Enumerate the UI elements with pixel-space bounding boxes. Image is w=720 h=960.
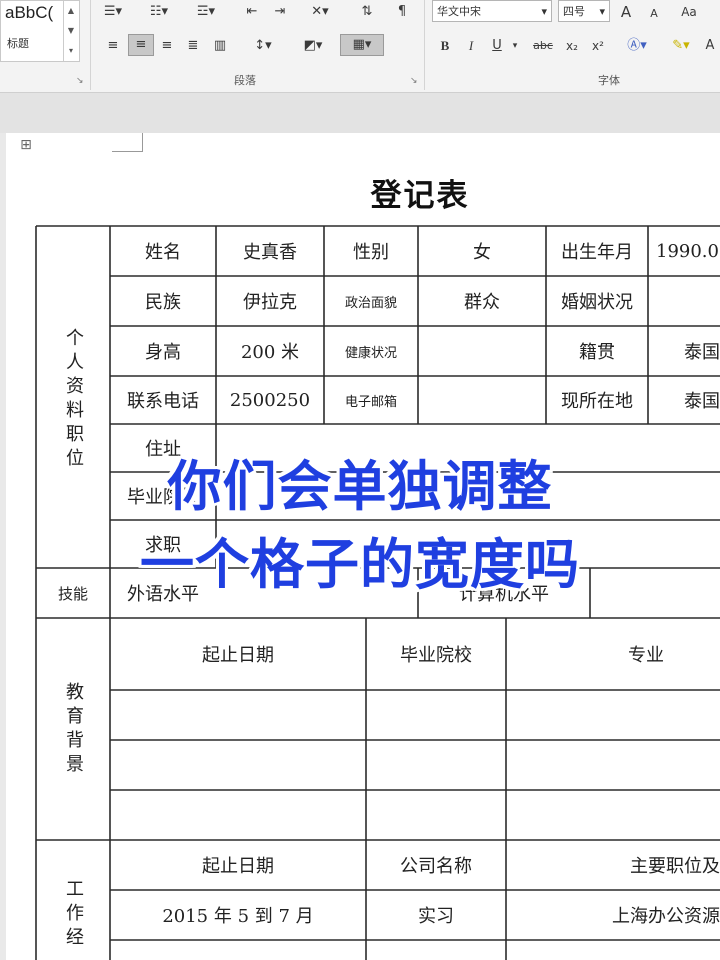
bold-button[interactable]: B	[436, 36, 454, 56]
underline-button[interactable]: U	[488, 36, 506, 56]
group-divider	[90, 0, 91, 90]
style-gallery[interactable]: aBbC( 标题 ▲ ▼ ▾	[0, 0, 80, 62]
edu-header-school: 毕业院校	[400, 645, 472, 666]
value-email[interactable]	[418, 376, 546, 424]
font-size-select[interactable]: 四号 ▾	[558, 0, 610, 22]
margin-corner-mark	[112, 133, 143, 152]
edu-header-major: 专业	[628, 645, 664, 666]
superscript-button[interactable]: x²	[588, 36, 608, 56]
gallery-scroll-icon[interactable]: ▲ ▼ ▾	[63, 1, 78, 61]
paragraph-launcher-icon[interactable]: ↘	[410, 76, 418, 86]
strikethrough-button[interactable]: abc	[530, 36, 556, 56]
style-name: 标题	[7, 37, 29, 50]
value-marital[interactable]	[648, 276, 720, 326]
label-phone: 联系电话	[127, 391, 199, 412]
sort-icon[interactable]: ⇅	[356, 2, 378, 22]
label-gender: 性别	[353, 242, 389, 263]
highlight-icon[interactable]: ✎▾	[666, 36, 696, 56]
line-spacing-icon[interactable]: ↕▾	[246, 36, 280, 56]
table-move-handle-icon[interactable]: ⊞	[18, 137, 34, 153]
label-ethnicity: 民族	[145, 292, 181, 313]
decrease-indent-icon[interactable]: ⇤	[240, 2, 264, 22]
italic-button[interactable]: I	[462, 36, 480, 56]
value-height[interactable]: 200 米	[216, 326, 324, 376]
change-case-icon[interactable]: Aa	[676, 2, 702, 22]
value-phone[interactable]: 2500250	[216, 376, 324, 424]
work-header-date: 起止日期	[202, 856, 274, 877]
show-marks-icon[interactable]: ¶	[392, 2, 412, 22]
value-health[interactable]	[418, 326, 546, 376]
borders-icon[interactable]: ▦▾	[340, 34, 384, 56]
label-birth: 出生年月	[561, 242, 633, 263]
font-name-select[interactable]: 华文中宋 ▾	[432, 0, 552, 22]
text-effects-icon[interactable]: Ⓐ▾	[622, 36, 652, 56]
styles-launcher-icon[interactable]: ↘	[76, 76, 84, 86]
section-education-label: 教育背景	[63, 682, 84, 778]
paragraph-group-label: 段落	[234, 74, 256, 87]
label-email: 电子邮箱	[344, 394, 397, 410]
subscript-button[interactable]: x₂	[562, 36, 582, 56]
value-name[interactable]: 史真香	[216, 226, 324, 276]
font-group-label: 字体	[598, 74, 620, 87]
document-title: 登记表	[370, 178, 470, 214]
work-row-role[interactable]: 上海办公资源	[506, 890, 720, 940]
align-right-icon[interactable]: ≡	[156, 36, 178, 56]
value-ethnicity[interactable]: 伊拉克	[216, 276, 324, 326]
shading-icon[interactable]: ◩▾	[296, 36, 330, 56]
distributed-icon[interactable]: ▥	[208, 36, 232, 56]
font-size-value: 四号	[563, 5, 585, 18]
chevron-down-icon: ▾	[541, 5, 547, 18]
chinese-layout-icon[interactable]: ✕▾	[306, 2, 334, 22]
value-native-place[interactable]: 泰国	[648, 326, 720, 376]
font-name-value: 华文中宋	[437, 5, 481, 18]
caption-line-2: 一个格子的宽度吗	[140, 533, 580, 596]
value-birth[interactable]: 1990.0	[650, 226, 720, 276]
increase-indent-icon[interactable]: ⇥	[268, 2, 292, 22]
align-center-icon[interactable]: ≡	[128, 34, 154, 56]
label-height: 身高	[145, 342, 181, 363]
chevron-down-icon[interactable]: ▾	[510, 36, 520, 56]
multilevel-list-icon[interactable]: ☲▾	[190, 2, 222, 22]
align-left-icon[interactable]: ≡	[102, 36, 124, 56]
chevron-down-icon: ▾	[599, 5, 605, 18]
work-header-role: 主要职位及	[630, 856, 720, 877]
label-marital: 婚姻状况	[561, 292, 633, 313]
numbering-icon[interactable]: ☷▾	[144, 2, 174, 22]
grow-font-icon[interactable]: A	[616, 2, 636, 22]
label-native-place: 籍贯	[579, 342, 615, 363]
font-color-icon[interactable]: A	[700, 36, 720, 56]
edu-header-date: 起止日期	[202, 645, 274, 666]
group-divider	[424, 0, 425, 90]
value-gender[interactable]: 女	[418, 226, 546, 276]
workspace-gap	[0, 93, 720, 133]
ribbon: aBbC( 标题 ▲ ▼ ▾ ☰▾ ☷▾ ☲▾ ⇤ ⇥ ✕▾ ⇅ ¶ ≡ ≡ ≡ ≣…	[0, 0, 720, 93]
bullets-icon[interactable]: ☰▾	[100, 2, 126, 22]
caption-line-1: 你们会单独调整	[167, 455, 553, 518]
label-current-location: 现所在地	[561, 391, 633, 412]
section-work-label: 工作经	[63, 879, 84, 951]
value-current-location[interactable]: 泰国	[648, 376, 720, 424]
value-political[interactable]: 群众	[418, 276, 546, 326]
work-row-date[interactable]: 2015 年 5 到 7 月	[110, 890, 366, 940]
shrink-font-icon[interactable]: A	[644, 4, 664, 24]
style-sample: aBbC(	[5, 3, 54, 22]
work-header-company: 公司名称	[400, 856, 472, 877]
work-row-company[interactable]: 实习	[366, 890, 506, 940]
label-health: 健康状况	[344, 345, 397, 361]
justify-icon[interactable]: ≣	[182, 36, 204, 56]
label-name: 姓名	[145, 242, 181, 263]
label-political: 政治面貌	[344, 295, 397, 311]
